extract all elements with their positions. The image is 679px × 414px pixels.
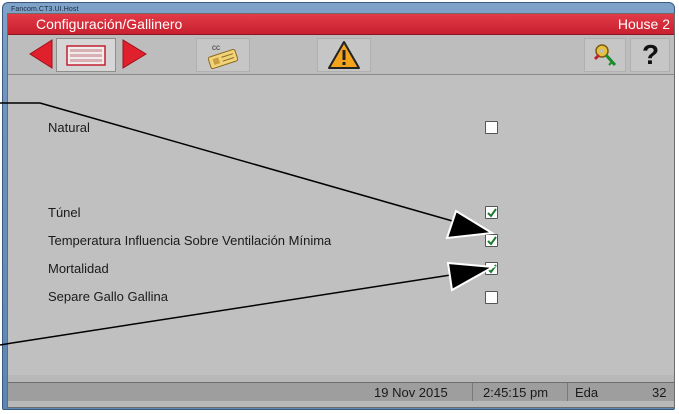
page-title: Configuración/Gallinero bbox=[36, 16, 183, 32]
key-icon bbox=[593, 44, 617, 67]
next-button[interactable] bbox=[120, 38, 148, 72]
list-icon bbox=[66, 45, 106, 66]
app-client-area: Configuración/Gallinero House 2 cc ? Nat… bbox=[7, 13, 675, 408]
setting-label-tunel: Túnel bbox=[48, 205, 81, 220]
left-arrow-icon bbox=[29, 39, 53, 69]
toolbar: cc ? bbox=[8, 35, 674, 75]
status-bar: 19 Nov 2015 2:45:15 pm Eda 32 bbox=[8, 382, 674, 401]
checkbox-natural[interactable] bbox=[485, 121, 498, 134]
status-time: 2:45:15 pm bbox=[483, 385, 549, 400]
page-header: Configuración/Gallinero House 2 bbox=[8, 14, 674, 35]
alarm-button[interactable] bbox=[317, 38, 371, 72]
window-title: Fancom.CT3.UI.Host bbox=[11, 6, 79, 13]
previous-button[interactable] bbox=[28, 38, 54, 72]
settings-panel: Natural Túnel Temperatura Influencia Sob… bbox=[8, 75, 674, 375]
checkbox-temperatura[interactable] bbox=[485, 234, 498, 247]
house-label: House 2 bbox=[617, 16, 670, 32]
help-button[interactable]: ? bbox=[630, 38, 670, 72]
checkmark-icon bbox=[487, 236, 497, 246]
copy-config-button[interactable]: cc bbox=[196, 38, 250, 72]
status-divider bbox=[472, 383, 473, 401]
setting-label-natural: Natural bbox=[48, 120, 90, 135]
question-icon: ? bbox=[642, 39, 660, 70]
warning-icon bbox=[328, 41, 360, 69]
cc-label: cc bbox=[212, 43, 220, 52]
checkbox-tunel[interactable] bbox=[485, 206, 498, 219]
list-button[interactable] bbox=[56, 38, 116, 72]
right-arrow-icon bbox=[122, 39, 147, 69]
checkbox-separe[interactable] bbox=[485, 291, 498, 304]
status-age-label: Eda bbox=[575, 385, 599, 400]
status-divider bbox=[567, 383, 568, 401]
setting-label-mortalidad: Mortalidad bbox=[48, 261, 109, 276]
setting-label-temperatura: Temperatura Influencia Sobre Ventilación… bbox=[48, 233, 332, 248]
checkmark-icon bbox=[487, 264, 497, 274]
setting-label-separe: Separe Gallo Gallina bbox=[48, 289, 168, 304]
status-date: 19 Nov 2015 bbox=[374, 385, 448, 400]
status-age-value: 32 bbox=[652, 385, 667, 400]
checkbox-mortalidad[interactable] bbox=[485, 262, 498, 275]
keycard-icon: cc bbox=[207, 43, 239, 70]
checkmark-icon bbox=[487, 208, 497, 218]
key-button[interactable] bbox=[584, 38, 626, 72]
